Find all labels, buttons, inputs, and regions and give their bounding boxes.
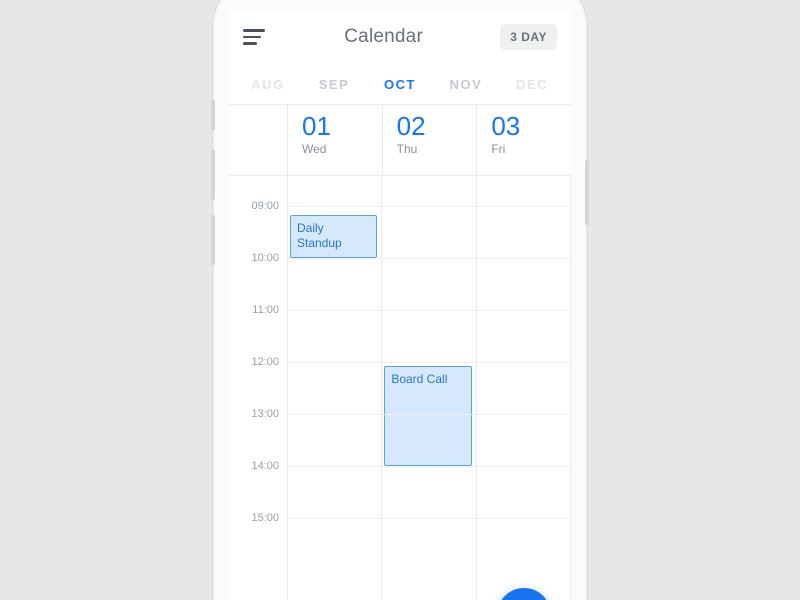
- day-number: 02: [397, 113, 467, 140]
- day-column[interactable]: Board Call: [382, 176, 476, 600]
- hour-gridline: [287, 518, 571, 519]
- hour-gridline: [287, 466, 571, 467]
- hour-label: 14:00: [251, 460, 279, 472]
- phone-side-button: [585, 160, 589, 225]
- phone-frame: Calendar 3 DAY AUGSEPOCTNOVDEC 01 Wed 02 Th…: [215, 0, 585, 600]
- month-tab[interactable]: NOV: [433, 77, 499, 92]
- hour-label: 09:00: [251, 200, 279, 212]
- day-number: 01: [302, 113, 372, 140]
- app-screen: Calendar 3 DAY AUGSEPOCTNOVDEC 01 Wed 02 Th…: [229, 10, 571, 600]
- day-name: Wed: [302, 142, 372, 156]
- hour-gridline: [287, 310, 571, 311]
- app-header: Calendar 3 DAY: [229, 10, 571, 64]
- time-column: 09:00 10:00 11:00 12:00 13:00 14:00 15:00: [229, 176, 288, 600]
- day-column[interactable]: [477, 176, 571, 600]
- month-tab[interactable]: AUG: [235, 77, 301, 92]
- month-tab[interactable]: SEP: [301, 77, 367, 92]
- day-name: Fri: [491, 142, 561, 156]
- calendar-grid[interactable]: 09:00 10:00 11:00 12:00 13:00 14:00 15:00 Dail…: [229, 176, 571, 600]
- month-tab[interactable]: DEC: [499, 77, 565, 92]
- phone-side-button: [211, 150, 215, 200]
- view-mode-toggle[interactable]: 3 DAY: [500, 24, 557, 50]
- month-tab[interactable]: OCT: [367, 77, 433, 92]
- hour-gridline: [287, 362, 571, 363]
- day-header[interactable]: 03 Fri: [477, 105, 571, 175]
- calendar-event[interactable]: Board Call: [384, 366, 471, 466]
- hour-label: 15:00: [251, 512, 279, 524]
- hour-label: 12:00: [251, 356, 279, 368]
- day-header[interactable]: 01 Wed: [288, 105, 383, 175]
- day-number: 03: [491, 113, 561, 140]
- phone-side-button: [211, 215, 215, 265]
- hour-gridline: [287, 258, 571, 259]
- time-column-header: [229, 105, 288, 175]
- app-title: Calendar: [267, 26, 500, 48]
- phone-side-button: [211, 100, 215, 130]
- day-name: Thu: [397, 142, 467, 156]
- hour-label: 10:00: [251, 252, 279, 264]
- day-column[interactable]: Daily Standup: [288, 176, 382, 600]
- hour-label: 11:00: [252, 304, 279, 316]
- hour-label: 13:00: [251, 408, 279, 420]
- day-header[interactable]: 02 Thu: [383, 105, 478, 175]
- day-header-row: 01 Wed 02 Thu 03 Fri: [229, 105, 571, 176]
- hour-gridline: [287, 206, 571, 207]
- menu-icon[interactable]: [243, 25, 267, 49]
- calendar-event[interactable]: Daily Standup: [290, 215, 377, 258]
- hour-gridline: [287, 414, 571, 415]
- month-selector: AUGSEPOCTNOVDEC: [229, 64, 571, 105]
